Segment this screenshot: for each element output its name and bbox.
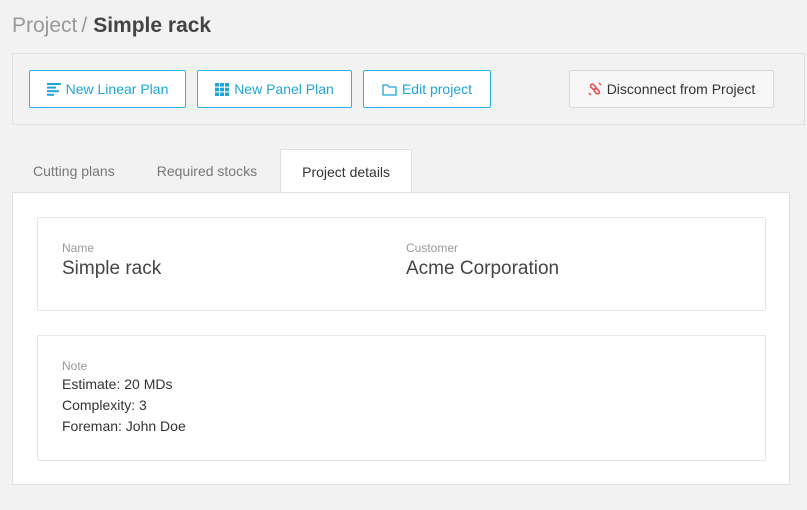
edit-project-button[interactable]: Edit project (363, 70, 491, 108)
note-line: Estimate: 20 MDs (62, 376, 173, 392)
customer-value: Acme Corporation (406, 258, 560, 279)
align-left-icon (46, 82, 61, 96)
note-text: Estimate: 20 MDs Complexity: 3 Foreman: … (62, 374, 186, 437)
note-card: Note Estimate: 20 MDs Complexity: 3 Fore… (37, 335, 766, 461)
note-line: Foreman: John Doe (62, 418, 186, 434)
new-panel-plan-label: New Panel Plan (234, 81, 334, 97)
disconnect-label: Disconnect from Project (606, 81, 756, 97)
grid-icon (215, 82, 230, 96)
new-linear-plan-label: New Linear Plan (65, 81, 169, 97)
note-label: Note (62, 359, 88, 373)
breadcrumb-separator: / (81, 14, 88, 37)
note-line: Complexity: 3 (62, 397, 147, 413)
page-title: Simple rack (93, 14, 212, 37)
toolbar: New Linear Plan New Panel Plan Edit proj (12, 53, 805, 125)
tab-project-details[interactable]: Project details (280, 149, 413, 194)
tab-required-stocks[interactable]: Required stocks (136, 149, 278, 193)
new-panel-plan-button[interactable]: New Panel Plan (197, 70, 352, 108)
customer-label: Customer (406, 241, 459, 255)
breadcrumb-parent[interactable]: Project (12, 14, 77, 37)
disconnect-button[interactable]: Disconnect from Project (569, 70, 774, 108)
tab-bar: Cutting plans Required stocks Project de… (12, 149, 413, 194)
edit-project-label: Edit project (401, 81, 473, 97)
name-label: Name (62, 241, 95, 255)
new-linear-plan-button[interactable]: New Linear Plan (29, 70, 186, 108)
customer-field: Customer Acme Corporation (406, 241, 559, 281)
unlink-icon (588, 82, 602, 96)
name-field: Name Simple rack (62, 241, 161, 281)
project-info-card: Name Simple rack Customer Acme Corporati… (37, 217, 766, 311)
name-value: Simple rack (62, 258, 162, 279)
folder-icon (382, 83, 397, 96)
project-details-panel: Name Simple rack Customer Acme Corporati… (12, 192, 790, 485)
tab-cutting-plans[interactable]: Cutting plans (12, 149, 136, 193)
breadcrumb: Project / Simple rack (12, 14, 211, 38)
